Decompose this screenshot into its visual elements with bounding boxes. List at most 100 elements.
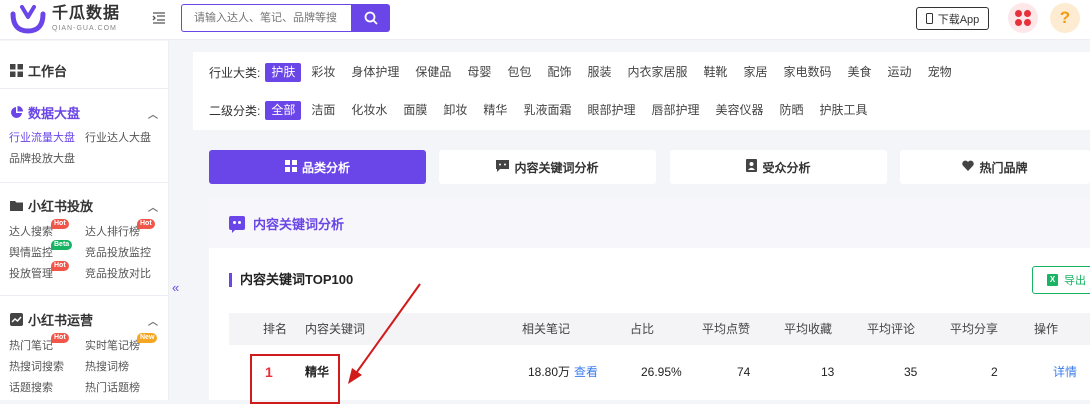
industry-chip[interactable]: 服装	[581, 63, 617, 82]
column-header: 相关笔记	[522, 322, 571, 336]
sidebar-item-hot-topic-ranking[interactable]: 热门话题榜	[85, 380, 165, 397]
shares-cell: 2	[991, 365, 998, 379]
menu-toggle-icon[interactable]	[152, 11, 166, 25]
subcategory-chip[interactable]: 唇部护理	[645, 101, 705, 120]
subcategory-chip[interactable]: 洁面	[305, 101, 341, 120]
hot-badge: Hot	[51, 261, 69, 271]
subcategory-chip[interactable]: 乳液面霜	[517, 101, 577, 120]
sidebar-title-xhs-placement[interactable]: 小红书投放 ︿	[0, 194, 168, 216]
sidebar-item-industry-traffic[interactable]: 行业流量大盘	[9, 130, 85, 147]
tab-audience-analysis[interactable]: 受众分析	[670, 150, 887, 184]
subcategory-chip[interactable]: 精华	[477, 101, 513, 120]
chevron-up-icon[interactable]: ︿	[148, 313, 158, 328]
export-button[interactable]: X 导出	[1032, 266, 1090, 294]
folder-icon	[10, 199, 23, 212]
sidebar-workbench[interactable]: 工作台	[0, 41, 168, 89]
search-input[interactable]	[181, 4, 351, 32]
sidebar-item-industry-kol[interactable]: 行业达人大盘	[85, 130, 165, 147]
column-header: 操作	[1034, 322, 1059, 336]
likes-cell: 74	[737, 365, 751, 379]
annotation-arrow-icon	[348, 283, 421, 384]
heart-icon	[962, 160, 975, 174]
industry-chip[interactable]: 家电数码	[778, 63, 838, 82]
subcategory-chip[interactable]: 美容仪器	[709, 101, 769, 120]
industry-chip[interactable]: 鞋靴	[697, 63, 733, 82]
beta-badge: Beta	[51, 240, 73, 250]
sidebar-item-kol-ranking[interactable]: 达人排行榜 Hot	[85, 219, 165, 241]
subcategory-chip[interactable]: 卸妆	[437, 101, 473, 120]
industry-filter-row: 行业大类: 护肤 彩妆 身体护理 保健品 母婴 包包 配饰 服装 内衣家居服 鞋…	[209, 62, 962, 82]
details-link[interactable]: 详情	[1053, 345, 1077, 400]
sidebar-item-brand-placement[interactable]: 品牌投放大盘	[9, 151, 85, 168]
grid-icon	[10, 63, 23, 77]
analysis-tab-bar: 品类分析 内容关键词分析 受众分析 热门品牌	[209, 150, 1090, 184]
industry-chip[interactable]: 美食	[842, 63, 878, 82]
hot-badge: Hot	[137, 219, 155, 229]
sidebar-item-hot-search-ranking[interactable]: 热搜词榜	[85, 359, 165, 376]
top-header: 千瓜数据 QIAN-GUA.COM 下载App ?	[0, 0, 1090, 40]
column-header: 排名	[263, 322, 288, 336]
chevron-up-icon[interactable]: ︿	[148, 199, 158, 214]
industry-chip[interactable]: 运动	[882, 63, 918, 82]
line-chart-icon	[10, 312, 23, 326]
apps-button[interactable]	[1008, 3, 1038, 33]
industry-chip[interactable]: 配饰	[541, 63, 577, 82]
industry-chip[interactable]: 彩妆	[305, 63, 341, 82]
sidebar-item-hot-search[interactable]: 热搜词搜索	[9, 359, 85, 376]
tab-category-analysis[interactable]: 品类分析	[209, 150, 426, 184]
card-title: 内容关键词分析	[253, 216, 345, 232]
grid-icon	[284, 159, 297, 175]
sidebar-title-dashboard[interactable]: 数据大盘 ︿	[0, 101, 168, 123]
card-header: 内容关键词分析	[209, 198, 1090, 248]
sidebar-title-xhs-operation[interactable]: 小红书运营 ︿	[0, 308, 168, 330]
sidebar-item-hot-notes[interactable]: 热门笔记 Hot	[9, 333, 85, 355]
industry-chip[interactable]: 内衣家居服	[621, 63, 693, 82]
subcategory-chip[interactable]: 护肤工具	[814, 101, 874, 120]
sidebar-item-competitor-monitor[interactable]: 竞品投放监控	[85, 245, 165, 262]
industry-filter-label: 行业大类:	[209, 65, 261, 80]
column-header: 平均评论	[867, 322, 916, 336]
sidebar-item-competitor-compare[interactable]: 竞品投放对比	[85, 266, 165, 283]
sidebar-item-sentiment[interactable]: 舆情监控 Beta	[9, 240, 85, 262]
industry-chip[interactable]: 母婴	[461, 63, 497, 82]
new-badge: New	[137, 333, 158, 343]
industry-chip[interactable]: 护肤	[265, 62, 302, 82]
sidebar-section-dashboard: 数据大盘 ︿ 行业流量大盘 行业达人大盘 品牌投放大盘	[0, 89, 168, 183]
search-button[interactable]	[351, 4, 390, 32]
sidebar-item-placement-manage[interactable]: 投放管理 Hot	[9, 261, 85, 283]
sidebar-collapse-track	[169, 41, 185, 400]
industry-chip[interactable]: 包包	[501, 63, 537, 82]
download-app-button[interactable]: 下载App	[916, 7, 989, 30]
category-filter-panel: 行业大类: 护肤 彩妆 身体护理 保健品 母婴 包包 配饰 服装 内衣家居服 鞋…	[193, 52, 1090, 130]
logo[interactable]: 千瓜数据 QIAN-GUA.COM	[10, 4, 120, 34]
subcategory-chip[interactable]: 眼部护理	[581, 101, 641, 120]
view-link[interactable]: 查看	[574, 365, 598, 379]
industry-chip[interactable]: 保健品	[409, 63, 457, 82]
subcategory-chip[interactable]: 全部	[265, 100, 302, 120]
tab-keyword-analysis[interactable]: 内容关键词分析	[439, 150, 656, 184]
collapse-sidebar-icon[interactable]: «	[172, 280, 179, 295]
chat-icon	[229, 216, 245, 233]
subcategory-chip[interactable]: 面膜	[397, 101, 433, 120]
sidebar-item-topic-search[interactable]: 话题搜索	[9, 380, 85, 397]
help-button[interactable]: ?	[1050, 3, 1080, 33]
industry-chip[interactable]: 家居	[738, 63, 774, 82]
column-header: 平均分享	[950, 322, 999, 336]
sidebar-section-xhs-operation: 小红书运营 ︿ 热门笔记 Hot 实时笔记榜 New 热搜词搜索 热搜词榜 话题搜索…	[0, 296, 168, 400]
subcategory-filter-label: 二级分类:	[209, 103, 261, 118]
tab-hot-brands[interactable]: 热门品牌	[900, 150, 1090, 184]
comments-cell: 35	[904, 365, 918, 379]
sidebar-item-realtime-notes[interactable]: 实时笔记榜 New	[85, 333, 165, 355]
sidebar-item-kol-search[interactable]: 达人搜索 Hot	[9, 219, 85, 241]
column-header: 平均点赞	[702, 322, 751, 336]
industry-chip[interactable]: 身体护理	[345, 63, 405, 82]
favorites-cell: 13	[821, 365, 835, 379]
ratio-cell: 26.95%	[641, 365, 682, 379]
hot-badge: Hot	[51, 333, 69, 343]
logo-text: 千瓜数据	[52, 5, 121, 22]
excel-icon: X	[1047, 274, 1058, 286]
chevron-up-icon[interactable]: ︿	[148, 106, 158, 121]
industry-chip[interactable]: 宠物	[922, 63, 958, 82]
subcategory-chip[interactable]: 化妆水	[345, 101, 393, 120]
subcategory-chip[interactable]: 防晒	[774, 101, 810, 120]
